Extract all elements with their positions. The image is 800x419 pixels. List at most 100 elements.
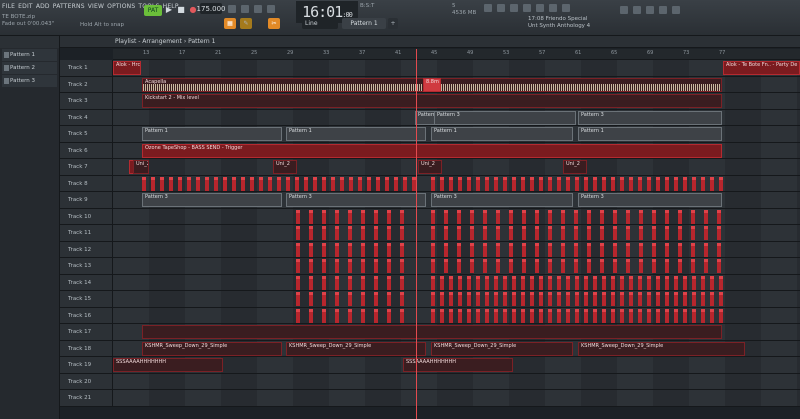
clip-block[interactable] (719, 308, 723, 323)
clip-block[interactable] (374, 209, 378, 224)
clip-block[interactable] (521, 176, 525, 191)
menu-edit[interactable]: EDIT (18, 3, 33, 10)
clip[interactable]: Pattern 1 (578, 127, 722, 141)
clip-block[interactable] (485, 308, 489, 323)
clip-block[interactable] (665, 308, 669, 323)
loop-record-icon[interactable] (267, 5, 275, 13)
microphone-icon[interactable] (549, 4, 557, 12)
clip-block[interactable] (431, 259, 435, 273)
clip-block[interactable] (587, 259, 591, 273)
track-label[interactable]: Track 15 (60, 291, 113, 307)
clip-block[interactable] (512, 176, 516, 191)
clip-block[interactable] (575, 308, 579, 323)
clip-block[interactable] (178, 176, 182, 191)
clip[interactable]: Ozone TapeShop - BASS SEND - Trigger (142, 143, 722, 158)
timeline-ruler[interactable]: 13 17 21 25 29 33 37 41 45 49 53 57 61 65 69 73 77 (113, 49, 800, 60)
clip-block[interactable] (374, 259, 378, 273)
clip-block[interactable] (626, 209, 630, 224)
clip-block[interactable] (539, 308, 543, 323)
clip-block[interactable] (457, 226, 461, 240)
clip-block[interactable] (691, 226, 695, 240)
track-label[interactable]: Track 4 (60, 109, 113, 125)
pencil-icon[interactable]: ✎ (240, 18, 252, 29)
clip-block[interactable] (717, 259, 721, 273)
clip-block[interactable] (496, 242, 500, 257)
clip-block[interactable] (169, 176, 173, 191)
clip-block[interactable] (584, 292, 588, 306)
clip-block[interactable] (561, 259, 565, 273)
clip-block[interactable] (348, 209, 352, 224)
track-label[interactable]: Track 21 (60, 390, 113, 406)
track-label[interactable]: Track 10 (60, 208, 113, 224)
clip-block[interactable] (548, 275, 552, 290)
clip-block[interactable] (674, 275, 678, 290)
speaker-icon[interactable] (562, 4, 570, 12)
clip-block[interactable] (638, 176, 642, 191)
track-label[interactable]: Track 14 (60, 274, 113, 290)
clip-block[interactable] (485, 176, 489, 191)
clip-block[interactable] (296, 275, 300, 290)
clip-block[interactable] (584, 308, 588, 323)
clip-block[interactable] (470, 259, 474, 273)
clip-block[interactable] (613, 242, 617, 257)
clip-block[interactable] (322, 226, 326, 240)
clip-block[interactable] (457, 259, 461, 273)
tempo-display[interactable]: 175.000 (197, 3, 225, 14)
clip-block[interactable] (335, 275, 339, 290)
clip-block[interactable] (600, 209, 604, 224)
clip-block[interactable] (535, 242, 539, 257)
clip-block[interactable] (494, 292, 498, 306)
clip-block[interactable] (665, 176, 669, 191)
clip-block[interactable] (259, 176, 263, 191)
clip-block[interactable] (652, 209, 656, 224)
clip[interactable] (142, 325, 722, 339)
clip-block[interactable] (205, 176, 209, 191)
clip-block[interactable] (561, 226, 565, 240)
clip-block[interactable] (602, 176, 606, 191)
clip-block[interactable] (361, 226, 365, 240)
clip-block[interactable] (638, 292, 642, 306)
clip-block[interactable] (548, 308, 552, 323)
clip-block[interactable] (548, 242, 552, 257)
track-label[interactable]: Track 16 (60, 307, 113, 323)
track-lane[interactable] (113, 291, 800, 307)
clip-block[interactable] (719, 275, 723, 290)
clip-block[interactable] (449, 292, 453, 306)
clip[interactable]: Pattern 1 (142, 127, 282, 141)
track-label[interactable]: Track 2 (60, 76, 113, 92)
clip-block[interactable] (286, 176, 290, 191)
track-label[interactable]: Track 1 (60, 60, 113, 76)
clip-block[interactable] (602, 308, 606, 323)
clip-block[interactable] (335, 292, 339, 306)
clip-block[interactable] (509, 259, 513, 273)
clip-block[interactable] (535, 209, 539, 224)
clip-block[interactable] (309, 275, 313, 290)
clip-block[interactable] (470, 242, 474, 257)
track-label[interactable]: Track 7 (60, 159, 113, 175)
clip-block[interactable] (387, 275, 391, 290)
clip-block[interactable] (566, 176, 570, 191)
clip-block[interactable] (566, 275, 570, 290)
clip-block[interactable] (361, 275, 365, 290)
clip-block[interactable] (656, 275, 660, 290)
clip-block[interactable] (361, 308, 365, 323)
clip-block[interactable] (557, 275, 561, 290)
clip-block[interactable] (496, 226, 500, 240)
track-label[interactable]: Track 12 (60, 241, 113, 257)
clip-block[interactable] (639, 242, 643, 257)
clip-block[interactable] (485, 275, 489, 290)
clip-block[interactable] (561, 209, 565, 224)
clip-block[interactable] (652, 242, 656, 257)
clip-block[interactable] (444, 209, 448, 224)
clip-block[interactable] (374, 308, 378, 323)
clip-block[interactable] (335, 242, 339, 257)
clip-block[interactable] (587, 242, 591, 257)
clip[interactable]: Alok - Te Bote Fn.. - Party De Ven (723, 61, 800, 75)
clip-block[interactable] (535, 259, 539, 273)
clip-block[interactable] (638, 308, 642, 323)
clip-block[interactable] (374, 292, 378, 306)
clip-block[interactable] (557, 292, 561, 306)
clip-block[interactable] (304, 176, 308, 191)
clip-block[interactable] (296, 226, 300, 240)
clip-block[interactable] (620, 308, 624, 323)
